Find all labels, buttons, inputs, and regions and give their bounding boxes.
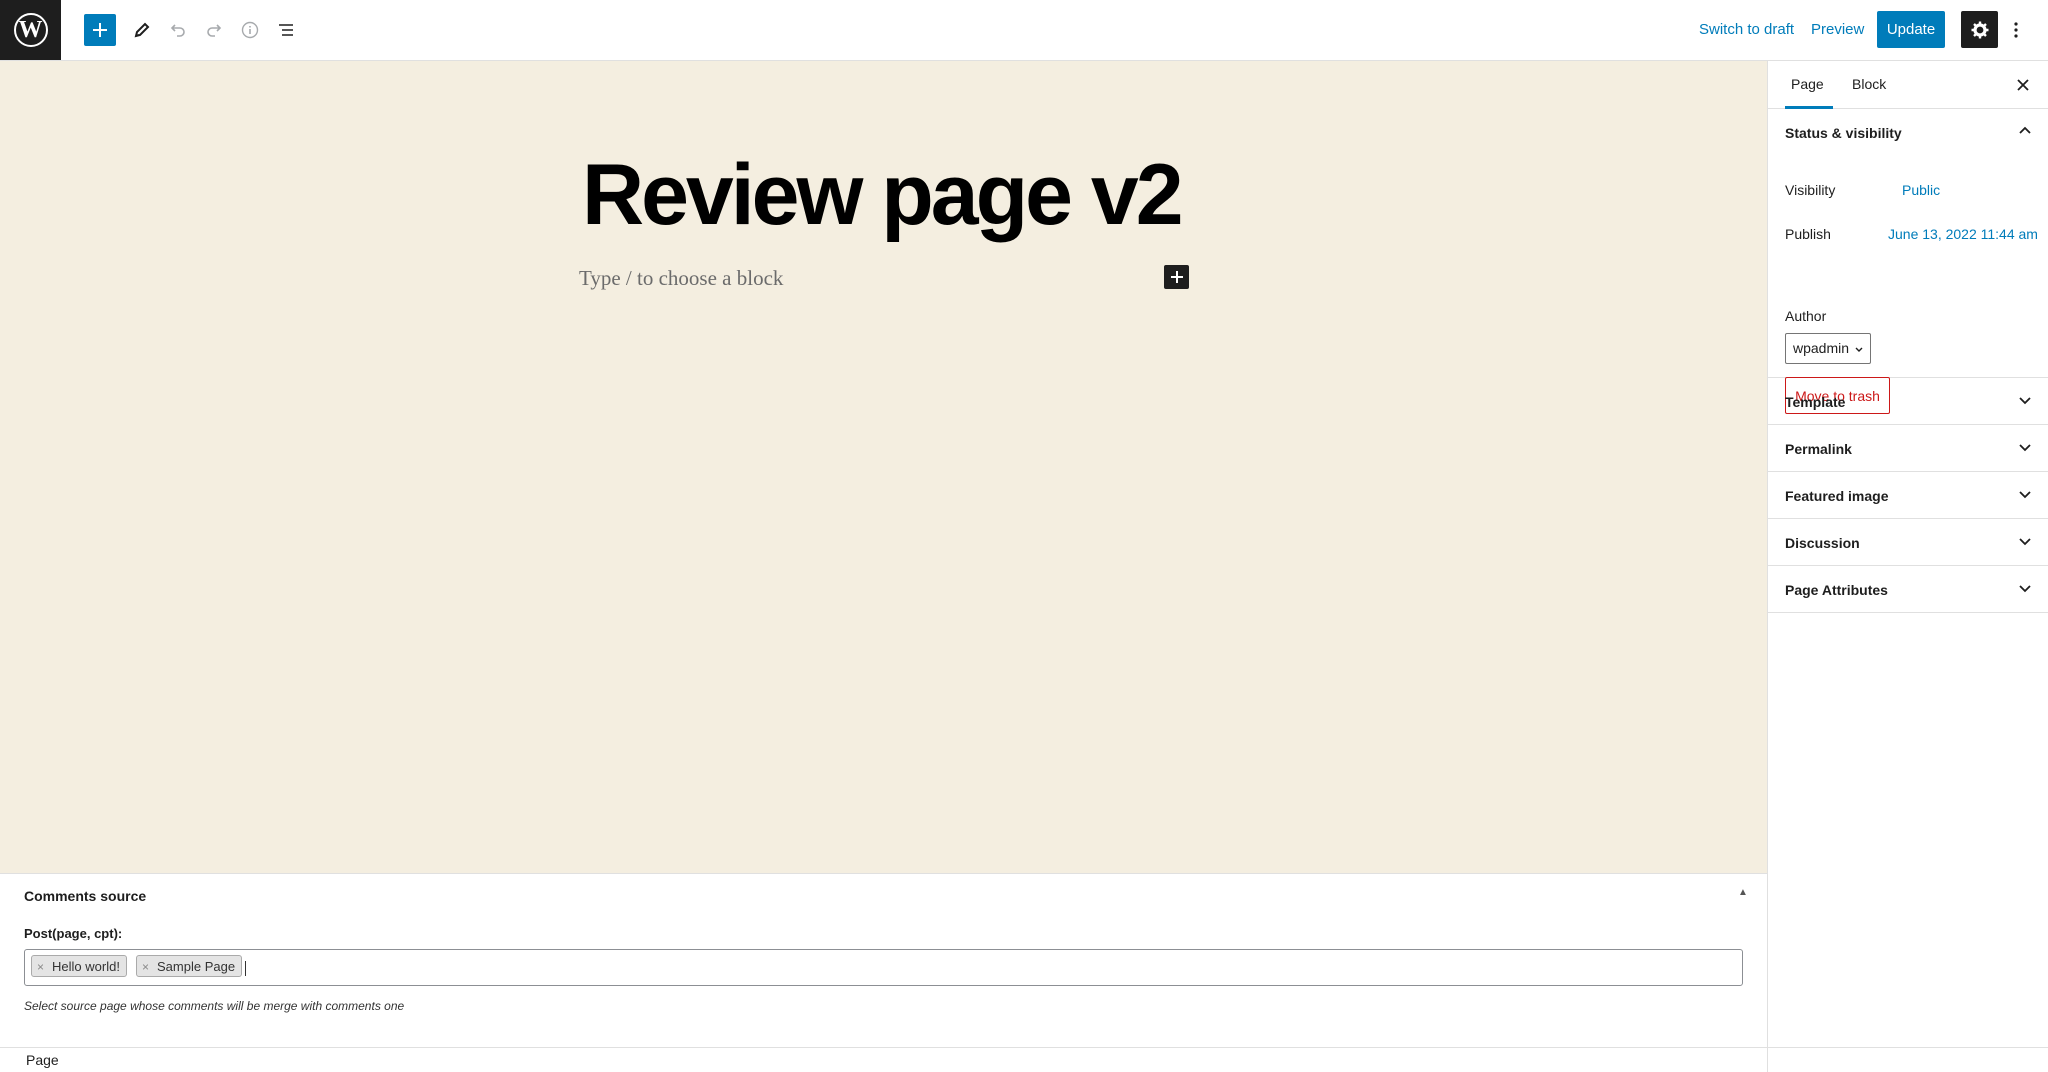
- remove-tag-icon[interactable]: ×: [142, 960, 149, 974]
- options-button[interactable]: [2004, 11, 2028, 48]
- undo-button[interactable]: [162, 14, 194, 46]
- close-icon: [2017, 79, 2029, 91]
- panel-permalink-toggle[interactable]: Permalink: [1768, 425, 2048, 472]
- panel-featured-image-toggle[interactable]: Featured image: [1768, 472, 2048, 519]
- panel-status-visibility-toggle[interactable]: Status & visibility: [1768, 109, 2048, 156]
- gear-icon: [1971, 21, 1988, 38]
- publish-label: Publish: [1785, 226, 1831, 242]
- update-button[interactable]: Update: [1877, 11, 1945, 48]
- author-label: Author: [1785, 308, 1827, 324]
- panel-title: Featured image: [1785, 488, 1889, 504]
- redo-button[interactable]: [198, 14, 230, 46]
- panel-title: Permalink: [1785, 441, 1852, 457]
- selected-tag: × Hello world!: [31, 955, 127, 977]
- publish-date-link[interactable]: June 13, 2022 11:44 am: [1888, 226, 2038, 242]
- add-block-button[interactable]: [84, 14, 116, 46]
- settings-sidebar: Page Block Status & visibility Visibilit…: [1767, 61, 2048, 1047]
- chevron-down-icon: [1854, 342, 1864, 358]
- block-placeholder[interactable]: Type / to choose a block: [579, 266, 783, 291]
- chevron-down-icon: [2018, 440, 2032, 457]
- details-button[interactable]: [234, 14, 266, 46]
- editor-toolbar: W Switch to draft Preview Update: [0, 0, 2048, 61]
- list-view-icon: [279, 24, 293, 36]
- panel-title: Status & visibility: [1785, 125, 1902, 141]
- chevron-up-icon: [2018, 124, 2032, 141]
- tag-label: Sample Page: [157, 959, 236, 974]
- chevron-down-icon: [2018, 581, 2032, 598]
- tag-label: Hello world!: [52, 959, 120, 974]
- wordpress-logo-icon: W: [13, 13, 48, 47]
- wordpress-logo-button[interactable]: W: [0, 0, 61, 60]
- panel-discussion-toggle[interactable]: Discussion: [1768, 519, 2048, 566]
- pencil-tools-icon: [134, 22, 150, 38]
- panel-title: Template: [1785, 394, 1846, 410]
- chevron-down-icon: [2018, 393, 2032, 410]
- selected-tag: × Sample Page: [136, 955, 243, 977]
- switch-to-draft-button[interactable]: Switch to draft: [1699, 21, 1794, 38]
- visibility-value-link[interactable]: Public: [1902, 182, 1940, 198]
- sidebar-footer: [1767, 1047, 2048, 1072]
- preview-button[interactable]: Preview: [1811, 21, 1864, 38]
- panel-template-toggle[interactable]: Template: [1768, 378, 2048, 425]
- remove-tag-icon[interactable]: ×: [37, 960, 44, 974]
- info-icon: [241, 21, 259, 39]
- list-view-button[interactable]: [270, 14, 302, 46]
- tab-page[interactable]: Page: [1785, 61, 1833, 109]
- panel-title: Discussion: [1785, 535, 1860, 551]
- post-select-input[interactable]: × Hello world! × Sample Page: [24, 949, 1743, 986]
- status-visibility-panel: Visibility Public Publish June 13, 2022 …: [1768, 156, 2048, 414]
- field-help-text: Select source page whose comments will b…: [24, 999, 405, 1013]
- author-select-value: wpadmin: [1793, 340, 1850, 356]
- editor-canvas[interactable]: Review page v2 Type / to choose a block: [0, 61, 1767, 873]
- chevron-down-icon: [2018, 534, 2032, 551]
- block-breadcrumb-bar: Page: [0, 1047, 2048, 1072]
- sidebar-tabs: Page Block: [1768, 61, 2048, 109]
- visibility-label: Visibility: [1785, 182, 1836, 198]
- metabox-collapse-toggle[interactable]: ▲: [1738, 887, 1748, 898]
- author-select[interactable]: wpadmin: [1785, 333, 1871, 364]
- settings-button[interactable]: [1961, 11, 1998, 48]
- add-block-icon: [93, 23, 107, 37]
- tools-button[interactable]: [126, 14, 158, 46]
- redo-icon: [207, 24, 222, 37]
- comments-source-metabox: Comments source ▲ Post(page, cpt): × Hell…: [0, 873, 1767, 1047]
- metabox-title: Comments source: [24, 888, 147, 904]
- tab-block[interactable]: Block: [1844, 61, 1886, 109]
- chevron-down-icon: [2018, 487, 2032, 504]
- close-sidebar-button[interactable]: [2012, 74, 2034, 96]
- breadcrumb-item[interactable]: Page: [26, 1052, 59, 1068]
- plus-icon: [1170, 271, 1183, 283]
- post-title[interactable]: Review page v2: [582, 146, 1184, 245]
- inline-add-block-button[interactable]: [1164, 265, 1189, 289]
- panel-title: Page Attributes: [1785, 582, 1888, 598]
- more-vertical-icon: [2014, 21, 2018, 38]
- post-field-label: Post(page, cpt):: [24, 926, 123, 941]
- panel-page-attributes-toggle[interactable]: Page Attributes: [1768, 566, 2048, 613]
- text-caret: [245, 961, 246, 976]
- undo-icon: [170, 24, 185, 37]
